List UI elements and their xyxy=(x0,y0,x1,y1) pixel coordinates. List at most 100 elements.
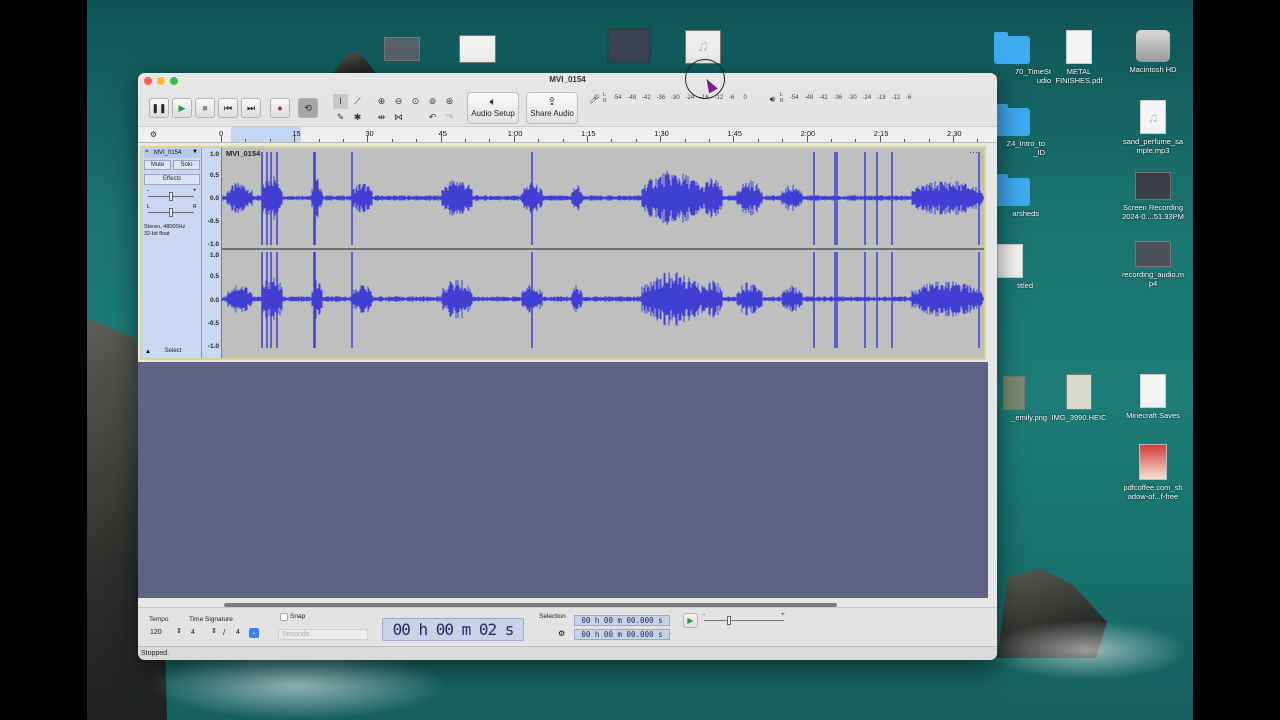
meter-tick-label: -12 xyxy=(891,95,901,101)
microphone-icon[interactable]: 🎤︎ xyxy=(587,92,602,107)
denominator-dropdown-icon[interactable]: ⌄ xyxy=(249,628,259,638)
title-bar[interactable]: MVI_0154 xyxy=(138,73,997,89)
close-track-icon[interactable]: × xyxy=(145,149,149,155)
ruler-tick xyxy=(635,139,637,142)
amplitude-label: 0.5 xyxy=(209,172,219,179)
audio-setup-button[interactable]: 🔈︎ Audio Setup xyxy=(467,92,519,124)
time-display[interactable]: 00 h 00 m 02 s xyxy=(382,618,524,641)
selection-tool-icon[interactable]: I xyxy=(333,94,348,109)
playback-meter[interactable]: L R -54 -48 -42 -36 -30 -24 -18 -12 -6 xyxy=(780,92,930,107)
meter-tick-label: -24 xyxy=(685,95,695,101)
playback-speed-slider[interactable] xyxy=(704,620,784,621)
desktop-icon-sand-perfume[interactable]: ♫ sand_perfume_sa mple.mp3 xyxy=(1108,100,1193,155)
solo-button[interactable]: Solo xyxy=(173,160,200,170)
tempo-stepper-icon[interactable]: ⇕ xyxy=(176,627,182,635)
undo-icon[interactable]: ↶ xyxy=(425,110,440,125)
ruler-tick xyxy=(782,139,784,142)
selection-start-field[interactable]: 00 h 00 m 00.000 s xyxy=(574,615,670,626)
ruler-tick xyxy=(953,136,954,142)
track-format-line1: Stereo, 48000Hz xyxy=(144,224,186,230)
ruler-tick xyxy=(391,139,393,142)
zoom-out-icon[interactable]: ⊖ xyxy=(391,94,406,109)
track-menu-chevron-icon[interactable]: ▼ xyxy=(192,149,198,155)
meter-tick-label: -48 xyxy=(627,95,637,101)
redo-icon[interactable]: ↷ xyxy=(442,110,457,125)
amplitude-scale: 1.0 0.5 0.0 -0.5 -1.0 1.0 0.5 0.0 -0.5 -1.0 xyxy=(202,148,222,358)
meter-right-label: R xyxy=(780,98,784,104)
time-signature-label: Time Signature xyxy=(189,616,233,623)
silence-icon[interactable]: ⋈ xyxy=(391,110,406,125)
desktop-icon-screen-recording[interactable]: Screen Recording 2024-0....51.33PM xyxy=(1108,172,1193,221)
meter-tick-label: -6 xyxy=(906,95,912,101)
rock-top xyxy=(332,50,377,75)
envelope-tool-icon[interactable]: ⟋ xyxy=(350,94,365,109)
timeline-selection-highlight xyxy=(231,127,301,142)
meter-lr-labels: LR xyxy=(603,92,607,104)
dock-thumb-2[interactable] xyxy=(459,35,496,63)
play-button[interactable]: ▶ xyxy=(172,98,192,118)
ruler-tick xyxy=(294,136,296,142)
snap-checkbox[interactable] xyxy=(280,613,288,621)
record-meter[interactable]: L R -54 -48 -42 -36 -30 -24 -18 -12 -6 0 xyxy=(603,92,753,107)
audio-track[interactable]: MVI_0154 × ▼ Mute Solo Effects - + L R S… xyxy=(140,146,986,360)
meter-tick-label: -54 xyxy=(613,95,622,101)
effects-button[interactable]: Effects xyxy=(144,174,200,185)
desktop-icon-pdfcoffee[interactable]: pdfcoffee.com_sh adow-of...f-free xyxy=(1108,444,1193,501)
drive-icon xyxy=(1136,30,1170,62)
desktop-icon-recording-audio[interactable]: recording_audio.m p4 xyxy=(1108,241,1193,288)
playback-speed-handle[interactable] xyxy=(727,616,731,625)
waveform-svg xyxy=(222,152,984,348)
status-bar: Stopped. xyxy=(138,646,997,660)
pan-slider-handle[interactable] xyxy=(169,208,173,217)
waveform-area[interactable]: MVI_0154 ··· xyxy=(222,147,984,358)
desktop-icon-label: Macintosh HD xyxy=(1129,65,1177,74)
selection-end-field[interactable]: 00 h 00 m 00.000 s xyxy=(574,629,670,640)
timeline-settings-icon[interactable]: ⚙ xyxy=(146,127,161,142)
skip-to-end-button[interactable]: ⏭ xyxy=(241,98,261,118)
ruler-tick xyxy=(904,139,906,142)
desktop-icon-macintosh-hd[interactable]: Macintosh HD xyxy=(1108,30,1193,74)
fit-project-icon[interactable]: ⊚ xyxy=(425,94,440,109)
play-at-speed-button[interactable]: ▶ xyxy=(683,613,698,628)
select-track-button[interactable]: Select xyxy=(156,348,190,357)
meter-tick-label: -24 xyxy=(862,95,872,101)
gain-minus-label: - xyxy=(147,188,149,194)
clip-menu-icon[interactable]: ··· xyxy=(969,147,978,157)
zoom-in-icon[interactable]: ⊕ xyxy=(374,94,389,109)
meter-tick-label: -18 xyxy=(877,95,886,101)
multi-tool-icon[interactable]: ✱ xyxy=(350,110,365,125)
ruler-tick xyxy=(367,136,369,142)
selection-settings-icon[interactable]: ⚙ xyxy=(558,629,565,638)
image-thumbnail-icon xyxy=(1003,376,1025,410)
toolbar: ❚❚ ▶ ■ ⏮ ⏭ ● ⟲ I ⟋ ✎ ✱ ⊕ ⊖ ⊙ ⊚ ⊛ ⇹ ⋈ ↶ ↷… xyxy=(138,89,997,127)
ruler-tick xyxy=(245,139,247,142)
empty-track-area[interactable] xyxy=(138,362,988,598)
dock-thumb-3[interactable] xyxy=(607,28,651,64)
snap-unit-select[interactable]: Seconds xyxy=(278,629,368,640)
ruler-tick xyxy=(879,136,881,142)
playback-speaker-icon[interactable]: 🔊︎ xyxy=(765,92,780,107)
record-button[interactable]: ● xyxy=(270,98,290,118)
loop-button[interactable]: ⟲ xyxy=(298,98,318,118)
pause-button[interactable]: ❚❚ xyxy=(149,98,169,118)
skip-to-start-button[interactable]: ⏮ xyxy=(218,98,238,118)
collapse-track-icon[interactable]: ▲ xyxy=(145,349,151,355)
dock-thumb-1[interactable] xyxy=(384,37,420,61)
meter-tick-label: 0 xyxy=(743,95,747,101)
meter-tick-label: -6 xyxy=(729,95,735,101)
share-icon: ⇪ xyxy=(547,96,557,108)
stop-button[interactable]: ■ xyxy=(195,98,215,118)
mute-button[interactable]: Mute xyxy=(144,160,171,170)
share-audio-button[interactable]: ⇪ Share Audio xyxy=(526,92,578,124)
numerator-stepper-icon[interactable]: ⇕ xyxy=(211,627,217,635)
zoom-toggle-icon[interactable]: ⊛ xyxy=(442,94,457,109)
selection-label: Selection xyxy=(539,613,566,620)
snap-label: Snap xyxy=(290,613,306,620)
fit-selection-icon[interactable]: ⊙ xyxy=(408,94,423,109)
timeline-ruler[interactable]: ⚙ 0 15 30 45 1:00 1:15 1:30 1:45 2:00 2:15 2:30 xyxy=(138,127,997,143)
draw-tool-icon[interactable]: ✎ xyxy=(333,110,348,125)
gain-slider-handle[interactable] xyxy=(169,192,173,201)
clip-name[interactable]: MVI_0154 xyxy=(226,149,260,158)
trim-icon[interactable]: ⇹ xyxy=(374,110,389,125)
desktop-icon-minecraft-saves[interactable]: Minecraft Saves xyxy=(1108,374,1193,420)
